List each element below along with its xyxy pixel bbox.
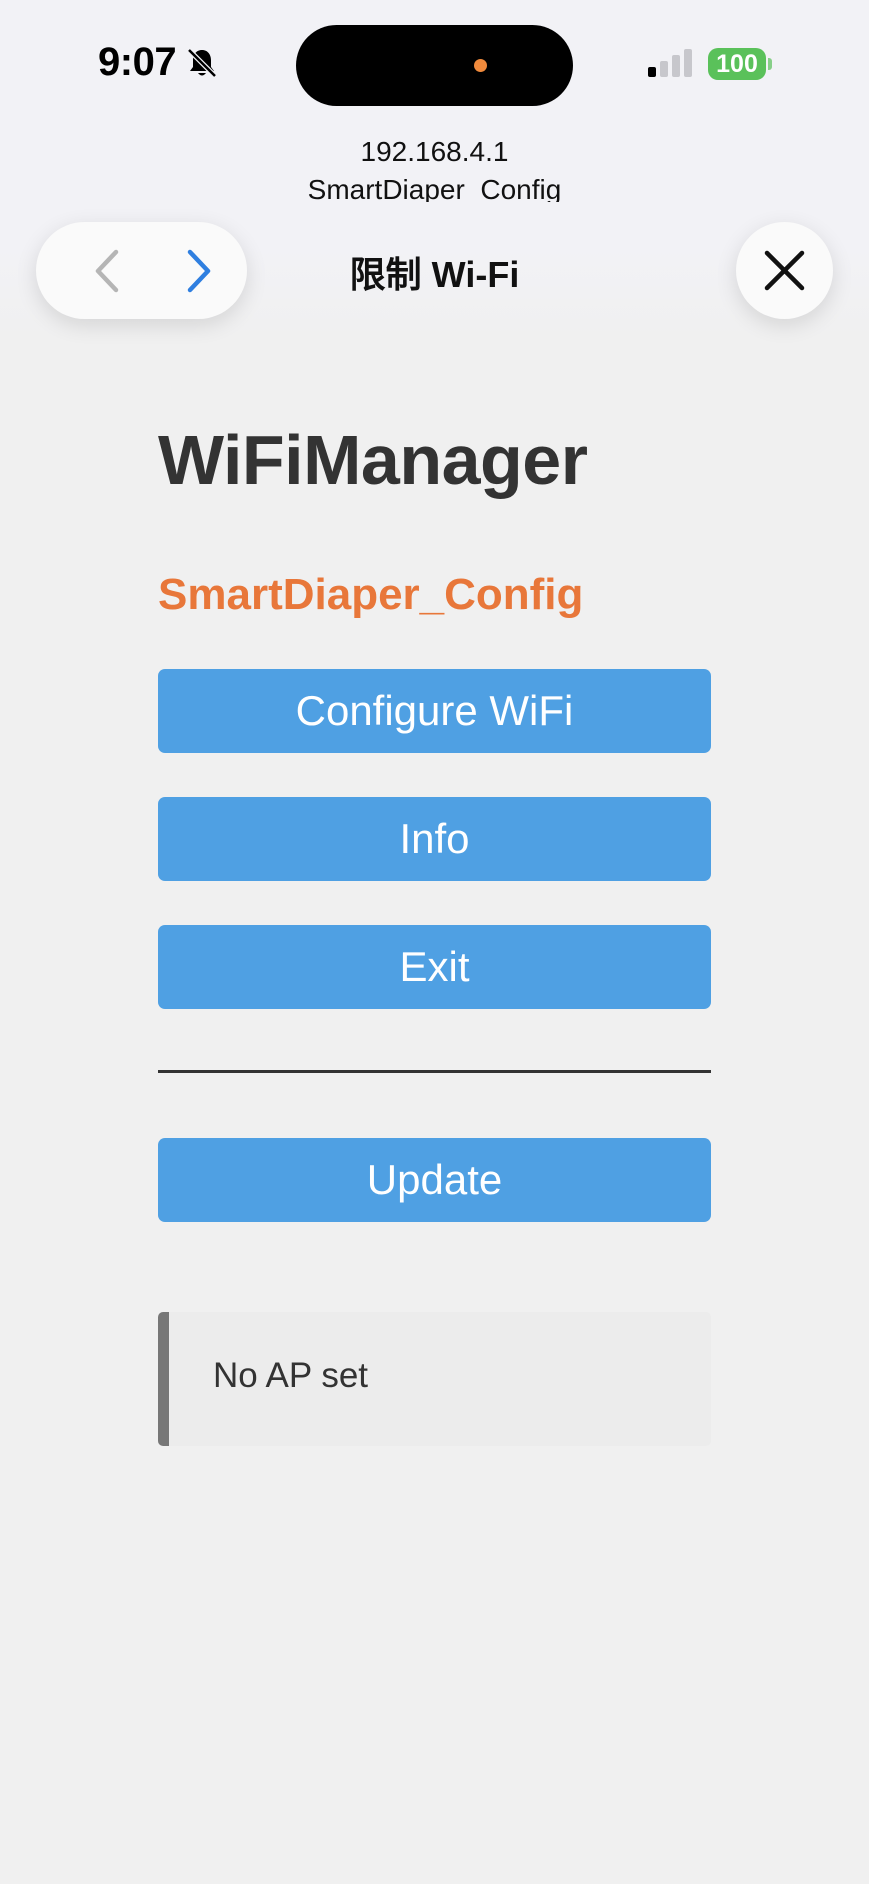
- configure-wifi-button[interactable]: Configure WiFi: [158, 669, 711, 753]
- dynamic-island: [296, 25, 573, 106]
- close-button[interactable]: [736, 222, 833, 319]
- sheet-url: 192.168.4.1: [360, 136, 509, 167]
- info-button[interactable]: Info: [158, 797, 711, 881]
- status-message: No AP set: [213, 1356, 369, 1395]
- device-name: SmartDiaper_Config: [158, 570, 584, 619]
- cellular-signal-icon: [648, 49, 692, 77]
- update-button[interactable]: Update: [158, 1138, 711, 1222]
- status-time: 9:07: [98, 40, 177, 84]
- sheet-host-name: SmartDiaper_Config: [307, 174, 562, 202]
- exit-button[interactable]: Exit: [158, 925, 711, 1009]
- battery-indicator: 100: [708, 48, 766, 80]
- bell-slash-icon: [187, 48, 217, 78]
- divider: [158, 1070, 711, 1073]
- close-icon: [764, 250, 805, 291]
- page-heading: WiFiManager: [158, 421, 588, 499]
- battery-cap: [768, 58, 772, 70]
- privacy-indicator-dot: [474, 59, 487, 72]
